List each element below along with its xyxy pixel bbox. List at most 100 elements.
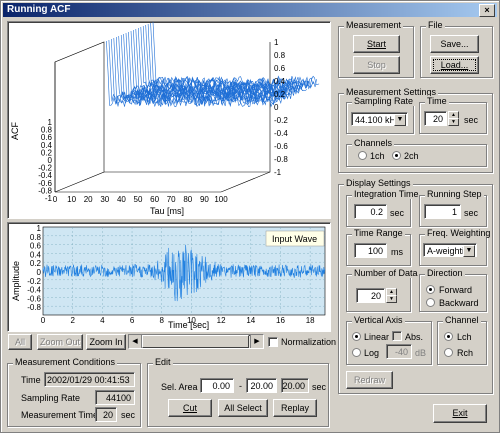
running-step-unit: sec	[464, 208, 479, 218]
wave-y-tick: 0.8	[30, 233, 42, 242]
time-scrollbar[interactable]: ◀ ▶	[128, 334, 264, 349]
replay-label: Replay	[280, 403, 309, 413]
acf-x-tick: 0	[53, 195, 58, 204]
log-radio[interactable]	[352, 348, 361, 357]
legend-text: Input Wave	[272, 234, 317, 244]
redraw-button[interactable]: Redraw	[346, 371, 393, 389]
exit-label: Exit	[452, 408, 468, 418]
time-range-input[interactable]: 100	[354, 243, 387, 258]
redraw-label: Redraw	[353, 375, 385, 385]
wave-x-tick: 4	[100, 316, 105, 325]
all-zoom-button[interactable]: All	[8, 334, 32, 350]
ch1-radio[interactable]	[358, 151, 367, 160]
zoom-in-button[interactable]: Zoom In	[86, 334, 126, 350]
time-range-label: Time Range	[352, 228, 405, 238]
ch2-radio[interactable]	[392, 151, 401, 160]
num-data-spin-down-icon[interactable]: ▼	[386, 295, 397, 303]
sel-area-from-input[interactable]: 0.00	[200, 378, 234, 393]
acf-right-tick: 0.4	[274, 77, 286, 86]
wave-y-tick: -0.6	[27, 294, 41, 303]
wave-x-tick: 0	[41, 316, 46, 325]
acf-plot: 0 10 20 30 40 50 60 70 80 90 100 1 0.8 0.6 0.4 0.2 0 -0.…	[10, 21, 320, 216]
mc-mtime-label: Measurement Time	[21, 410, 99, 420]
acf-x-tick: 40	[117, 195, 126, 204]
wave-y-tick: 0.4	[30, 250, 42, 259]
time-range-unit: ms	[391, 247, 403, 257]
acf-right-tick: 0.6	[274, 64, 286, 73]
sampling-rate-select[interactable]: 44.100 kHz ▼	[351, 112, 408, 126]
linear-label: Linear	[364, 332, 390, 342]
exit-button[interactable]: Exit	[433, 404, 487, 423]
forward-label: Forward	[439, 285, 473, 295]
save-button[interactable]: Save...	[430, 35, 479, 53]
time-spin-down-icon[interactable]: ▼	[448, 118, 459, 126]
sel-area-label: Sel. Area	[161, 382, 198, 392]
backward-radio[interactable]	[426, 298, 435, 307]
sel-area-to-input[interactable]: 20.00	[246, 378, 277, 393]
mc-rate-label: Sampling Rate	[21, 393, 81, 403]
wave-y-tick: 0	[37, 268, 42, 277]
display-settings-title: Display Settings	[344, 178, 413, 188]
abs-checkbox[interactable]	[392, 331, 402, 341]
all-select-button[interactable]: All Select	[218, 399, 268, 417]
linear-radio[interactable]	[352, 332, 361, 341]
freq-weighting-select[interactable]: A-weighting ▼	[423, 243, 477, 257]
acf-plot-panel: 0 10 20 30 40 50 60 70 80 90 100 1 0.8 0.6 0.4 0.2 0 -0.…	[7, 21, 331, 219]
acf-xlabel: Tau [ms]	[150, 206, 184, 216]
channel-label: Channel	[443, 315, 481, 325]
acf-x-tick: 20	[84, 195, 93, 204]
time-input[interactable]: 20	[424, 111, 447, 126]
cut-label: Cut	[182, 403, 197, 413]
wave-x-tick: 6	[130, 316, 135, 325]
wave-y-tick: 0.6	[30, 242, 42, 251]
lch-radio[interactable]	[444, 332, 453, 341]
integration-time-input[interactable]: 0.2	[354, 204, 387, 219]
running-step-label: Running Step	[425, 189, 484, 199]
wave-x-tick: 14	[246, 316, 255, 325]
sampling-rate-label: Sampling Rate	[352, 96, 416, 106]
cut-button[interactable]: Cut	[168, 399, 212, 417]
sel-area-dash: -	[239, 381, 242, 391]
rch-radio[interactable]	[444, 348, 453, 357]
scroll-right-icon[interactable]: ▶	[250, 335, 263, 348]
save-label: Save...	[440, 39, 469, 49]
running-step-input[interactable]: 1	[424, 204, 461, 219]
abs-label: Abs.	[405, 332, 424, 342]
running-acf-window: Running ACF × 0 10 20 30 40 50 60 70 80 90 100 1 0.…	[0, 0, 500, 433]
wave-y-tick: -0.4	[27, 286, 41, 295]
window-title: Running ACF	[7, 4, 71, 15]
sel-area-unit: sec	[312, 382, 327, 392]
wave-x-tick: 16	[276, 316, 285, 325]
start-button[interactable]: Start	[353, 35, 400, 53]
scroll-thumb[interactable]	[142, 335, 249, 348]
stop-button[interactable]: Stop	[353, 56, 400, 74]
acf-x-tick: 80	[183, 195, 192, 204]
acf-ylabel: ACF	[10, 121, 20, 140]
chevron-down-icon[interactable]: ▼	[463, 245, 475, 257]
direction-label: Direction	[425, 268, 465, 278]
scroll-left-icon[interactable]: ◀	[129, 335, 142, 348]
load-button[interactable]: Load...	[430, 56, 479, 74]
zoom-out-button[interactable]: Zoom Out	[37, 334, 83, 350]
close-icon[interactable]: ×	[479, 4, 495, 17]
forward-radio[interactable]	[426, 285, 435, 294]
chevron-down-icon[interactable]: ▼	[394, 114, 406, 126]
mc-time-label: Time	[21, 375, 41, 385]
measurement-conditions-title: Measurement Conditions	[13, 357, 118, 367]
freq-weighting-label: Freq. Weighting	[425, 228, 493, 238]
channels-label: Channels	[352, 138, 395, 148]
wave-ylabel: Amplitude	[11, 261, 21, 301]
sel-area-length: 20.00	[281, 378, 309, 393]
wave-y-tick: 0.2	[30, 259, 42, 268]
vertical-axis-label: Vertical Axis	[352, 315, 405, 325]
wave-plot: 0 2 4 6 8 10 12 14 16 18 10.80.60.40.20-0.2-0.4-0…	[11, 224, 326, 330]
acf-traces	[106, 21, 320, 108]
log-label: Log	[364, 348, 380, 358]
replay-button[interactable]: Replay	[273, 399, 317, 417]
integration-time-unit: sec	[390, 208, 405, 218]
channel-group: Channel	[437, 315, 487, 365]
log-floor-input[interactable]: -40	[386, 344, 412, 359]
measurement-title: Measurement	[344, 20, 404, 30]
normalization-checkbox[interactable]	[268, 337, 278, 347]
number-of-data-input[interactable]: 20	[356, 288, 385, 303]
